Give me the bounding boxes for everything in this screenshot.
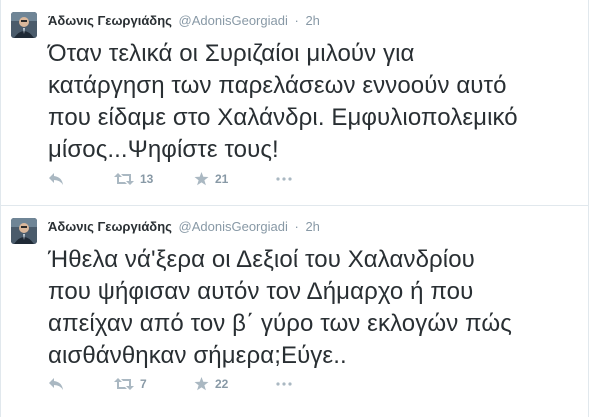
favorite-count: 21 — [215, 172, 229, 186]
more-button[interactable] — [276, 373, 306, 395]
reply-icon — [48, 377, 64, 391]
tweet-timestamp[interactable]: 2h — [305, 219, 319, 234]
tweet-header: Άδωνις Γεωργιάδης @AdonisGeorgiadi · 2h — [48, 219, 320, 235]
author-name[interactable]: Άδωνις Γεωργιάδης — [48, 13, 172, 28]
retweet-button[interactable]: 13 — [114, 168, 194, 190]
tweet[interactable]: Άδωνις Γεωργιάδης @AdonisGeorgiadi · 2h … — [1, 0, 588, 206]
tweet-text-line: αισθάνθηκαν σήμερα;Εύγε.. — [48, 342, 347, 369]
tweet-timestamp[interactable]: 2h — [305, 13, 319, 28]
favorite-button[interactable]: 22 — [194, 373, 276, 395]
star-icon — [194, 172, 209, 186]
tweet-actions: 7 22 — [48, 373, 306, 395]
timeline: Άδωνις Γεωργιάδης @AdonisGeorgiadi · 2h … — [0, 0, 589, 417]
tweet-actions: 13 21 — [48, 168, 306, 190]
tweet-text: Ήθελα νά'ξερα οι Δεξιοί του Χαλανδρίου π… — [48, 244, 578, 372]
star-icon — [194, 377, 209, 391]
tweet-text-line: Ήθελα νά'ξερα οι Δεξιοί του Χαλανδρίου — [48, 246, 475, 273]
tweet-text: Όταν τελικά οι Συριζαίοι μιλούν για κατά… — [48, 38, 578, 166]
more-icon — [276, 382, 292, 386]
tweet-text-line: κατάργηση των παρελάσεων εννοούν αυτό — [48, 72, 507, 99]
reply-button[interactable] — [48, 373, 114, 395]
more-button[interactable] — [276, 168, 306, 190]
avatar[interactable] — [11, 12, 37, 38]
favorite-button[interactable]: 21 — [194, 168, 276, 190]
separator-dot: · — [294, 219, 299, 234]
author-username[interactable]: @AdonisGeorgiadi — [179, 219, 288, 234]
more-icon — [276, 177, 292, 181]
retweet-count: 13 — [140, 172, 154, 186]
retweet-icon — [114, 377, 134, 391]
retweet-icon — [114, 172, 134, 186]
separator-dot: · — [294, 13, 299, 28]
author-name[interactable]: Άδωνις Γεωργιάδης — [48, 219, 172, 234]
favorite-count: 22 — [215, 377, 229, 391]
reply-button[interactable] — [48, 168, 114, 190]
tweet-text-line: απείχαν από τον β΄ γύρο των εκλογών πώς — [48, 310, 512, 337]
retweet-count: 7 — [140, 377, 147, 391]
avatar[interactable] — [11, 218, 37, 244]
tweet-header: Άδωνις Γεωργιάδης @AdonisGeorgiadi · 2h — [48, 13, 320, 29]
tweet[interactable]: Άδωνις Γεωργιάδης @AdonisGeorgiadi · 2h … — [1, 206, 588, 417]
tweet-text-line: που ψήφισαν αυτόν τον Δήμαρχο ή που — [48, 278, 474, 305]
tweet-text-line: Όταν τελικά οι Συριζαίοι μιλούν για — [48, 40, 415, 67]
retweet-button[interactable]: 7 — [114, 373, 194, 395]
author-username[interactable]: @AdonisGeorgiadi — [179, 13, 288, 28]
tweet-text-line: μίσος...Ψηφίστε τους! — [48, 136, 279, 163]
reply-icon — [48, 172, 64, 186]
tweet-text-line: που είδαμε στο Χαλάνδρι. Εμφυλιοπολεμικό — [48, 104, 518, 131]
